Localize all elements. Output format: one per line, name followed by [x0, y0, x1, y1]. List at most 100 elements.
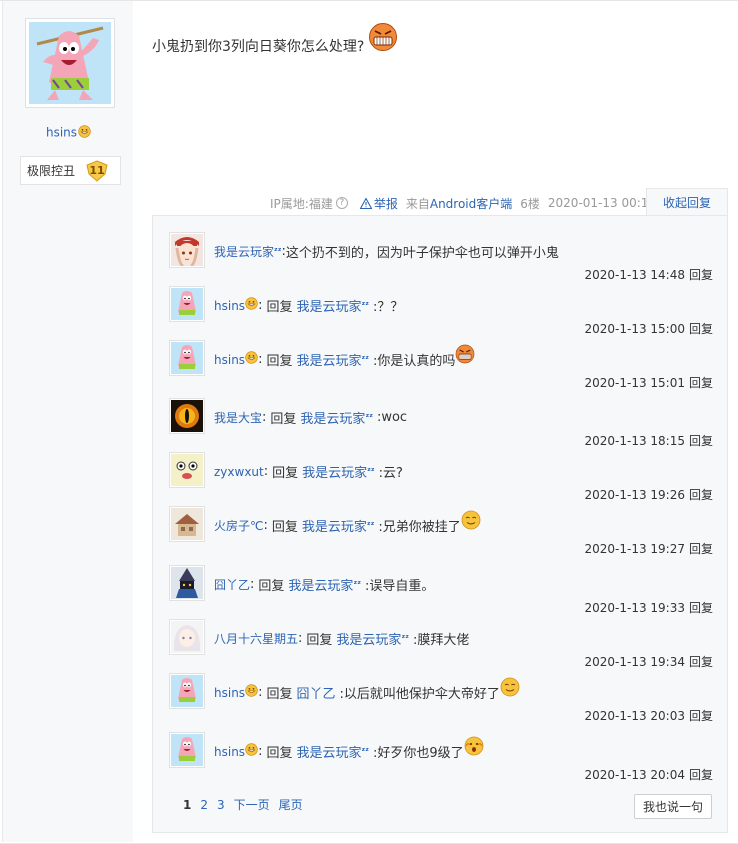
reply-avatar[interactable] — [169, 619, 205, 655]
reply-username[interactable]: 火房子℃ — [214, 517, 263, 534]
reply-username[interactable]: hsins — [214, 745, 245, 759]
reply-text: :？？ — [373, 300, 404, 315]
smug-emoji-icon — [461, 510, 481, 534]
reply-text: :误导自重。 — [364, 579, 435, 594]
page-link-2[interactable]: 2 — [200, 798, 208, 812]
reply-item: hsins: 回复 我是云玩家 ᶻᶻ:好歹你也9级了 2020-1-13 20:04 回… — [169, 732, 713, 786]
reply-username[interactable]: 我是大宝 — [214, 409, 262, 426]
reply-item: 八月十六星期五: 回复 我是云玩家 ᶻᶻ:膜拜大佬 2020-1-13 19:34 回复 — [169, 619, 713, 673]
angry-grimace-emoji-icon — [368, 22, 398, 56]
reply-avatar[interactable] — [169, 286, 205, 322]
sleep-badge-icon: ᶻᶻ — [361, 746, 369, 757]
reply-button[interactable]: 回复 — [689, 768, 713, 782]
help-icon[interactable]: ? — [335, 197, 348, 209]
reply-target-link[interactable]: 我是云玩家 — [296, 296, 361, 315]
reply-username[interactable]: 我是云玩家 — [214, 243, 274, 260]
reply-button[interactable]: 回复 — [689, 322, 713, 336]
reply-username[interactable]: hsins — [214, 299, 245, 313]
reply-button[interactable]: 回复 — [689, 376, 713, 390]
author-name[interactable]: hsins — [3, 125, 134, 141]
reply-target-link[interactable]: 我是云玩家 — [302, 462, 367, 481]
reply-button[interactable]: 回复 — [689, 542, 713, 556]
anime-girl-avatar-icon — [171, 234, 203, 266]
patrick-avatar-icon — [171, 288, 203, 320]
reply-time: 2020-1-13 19:27 — [584, 542, 685, 556]
post-time: 2020-01-13 00:11 — [547, 196, 657, 210]
reply-time: 2020-1-13 19:26 — [584, 488, 685, 502]
reply-button[interactable]: 回复 — [689, 709, 713, 723]
source-client-link[interactable]: Android客户端 — [430, 195, 512, 212]
reply-content: zyxwxut: 回复 我是云玩家 ᶻᶻ:云? — [214, 462, 403, 481]
reply-button[interactable]: 回复 — [689, 434, 713, 448]
sleep-badge-icon: ᶻᶻ — [361, 354, 369, 365]
reply-meta: 2020-1-13 19:26 回复 — [584, 486, 713, 503]
reply-item: hsins: 回复 囧丫乙:以后就叫他保护伞大帝好了 2020-1-13 20:03… — [169, 673, 713, 727]
floor-number: 6楼 — [520, 196, 540, 211]
reply-button[interactable]: 回复 — [689, 488, 713, 502]
reply-username[interactable]: zyxwxut — [214, 465, 264, 479]
reply-text: :膜拜大佬 — [412, 633, 470, 648]
reply-target-link[interactable]: 我是云玩家 — [302, 516, 367, 535]
reply-list: 我是云玩家 ᶻᶻ: 这个扔不到的，因为叶子保护伞也可以弹开小鬼 2020-1-13… — [152, 215, 728, 833]
reply-time: 2020-1-13 15:01 — [584, 376, 685, 390]
say-something-button[interactable]: 我也说一句 — [634, 794, 712, 819]
patrick-avatar-icon — [171, 734, 203, 766]
sleep-badge-icon: ᶻᶻ — [361, 300, 369, 311]
level-number: 11 — [86, 159, 108, 182]
reply-content: hsins: 回复 我是云玩家 ᶻᶻ:？？ — [214, 296, 404, 315]
reply-button[interactable]: 回复 — [689, 601, 713, 615]
reply-target-link[interactable]: 我是云玩家 — [296, 350, 361, 369]
reply-text: :好歹你也9级了 — [373, 746, 464, 761]
reply-meta: 2020-1-13 14:48 回复 — [584, 266, 713, 283]
reply-text: 这个扔不到的，因为叶子保护伞也可以弹开小鬼 — [285, 246, 559, 261]
reply-button[interactable]: 回复 — [689, 655, 713, 669]
reply-item: 我是大宝: 回复 我是云玩家 ᶻᶻ:woc 2020-1-13 18:15 回复 — [169, 398, 713, 452]
reply-meta: 2020-1-13 19:34 回复 — [584, 653, 713, 670]
reply-item: 火房子℃: 回复 我是云玩家 ᶻᶻ:兄弟你被挂了 2020-1-13 19:27 回复 — [169, 506, 713, 560]
reply-avatar[interactable] — [169, 732, 205, 768]
reply-text: :兄弟你被挂了 — [378, 520, 461, 535]
reply-text: :你是认真的吗 — [373, 354, 456, 369]
page-current: 1 — [183, 797, 192, 812]
patrick-avatar-icon — [171, 342, 203, 374]
reply-time: 2020-1-13 20:04 — [584, 768, 685, 782]
reply-avatar[interactable] — [169, 452, 205, 488]
reply-username[interactable]: 囧丫乙 — [214, 576, 250, 593]
collapse-replies-tab[interactable]: 收起回复 — [646, 188, 728, 216]
reply-avatar[interactable] — [169, 340, 205, 376]
reply-target-link[interactable]: 我是云玩家 — [296, 742, 361, 761]
reply-avatar[interactable] — [169, 673, 205, 709]
reply-username[interactable]: 八月十六星期五 — [214, 630, 298, 647]
author-avatar[interactable] — [25, 18, 115, 108]
patrick-avatar-icon — [171, 675, 203, 707]
reply-target-link[interactable]: 我是云玩家 — [336, 629, 401, 648]
page-link-3[interactable]: 3 — [217, 798, 225, 812]
last-page-link[interactable]: 尾页 — [279, 796, 303, 813]
reply-avatar[interactable] — [169, 506, 205, 542]
reply-avatar[interactable] — [169, 398, 205, 434]
reply-avatar[interactable] — [169, 232, 205, 268]
report-link[interactable]: 举报 — [359, 195, 398, 212]
reply-item: hsins: 回复 我是云玩家 ᶻᶻ:你是认真的吗 2020-1-13 15:01 回复 — [169, 340, 713, 394]
reply-text: :woc — [376, 410, 408, 425]
cartoon-face-avatar-icon — [171, 454, 203, 486]
reply-target-link[interactable]: 我是云玩家 — [288, 575, 353, 594]
reply-meta: 2020-1-13 20:03 回复 — [584, 707, 713, 724]
reply-username[interactable]: hsins — [214, 353, 245, 367]
reply-item: 囧丫乙: 回复 我是云玩家 ᶻᶻ:误导自重。 2020-1-13 19:33 回复 — [169, 565, 713, 619]
reply-time: 2020-1-13 15:00 — [584, 322, 685, 336]
level-badge[interactable]: 极限控丑 11 — [20, 156, 121, 185]
reply-time: 2020-1-13 20:03 — [584, 709, 685, 723]
sleep-badge-icon: ᶻᶻ — [274, 246, 282, 257]
post-text: 小鬼扔到你3列向日葵你怎么处理? — [152, 39, 365, 55]
smug-emoji-icon — [500, 677, 520, 701]
reply-target-link[interactable]: 囧丫乙 — [296, 683, 335, 702]
reply-target-link[interactable]: 我是云玩家 — [300, 408, 365, 427]
next-page-link[interactable]: 下一页 — [234, 796, 270, 813]
reply-time: 2020-1-13 14:48 — [584, 268, 685, 282]
reply-username[interactable]: hsins — [214, 686, 245, 700]
reply-avatar[interactable] — [169, 565, 205, 601]
sleep-badge-icon: ᶻᶻ — [367, 466, 375, 477]
reply-item: hsins: 回复 我是云玩家 ᶻᶻ:？？ 2020-1-13 15:00 回复 — [169, 286, 713, 340]
reply-button[interactable]: 回复 — [689, 268, 713, 282]
